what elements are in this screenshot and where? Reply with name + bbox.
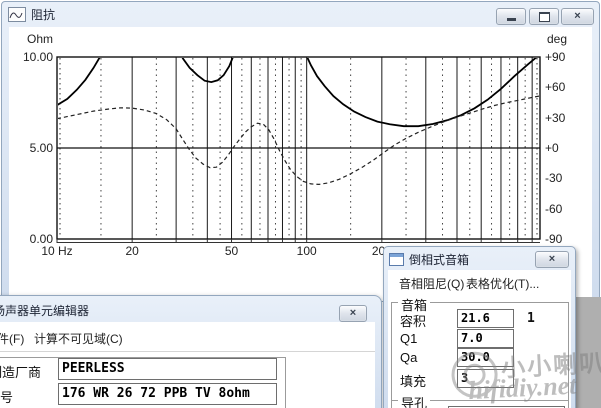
q1-input[interactable]: 7.0 [457, 329, 514, 348]
close-icon: × [574, 11, 580, 22]
dialog-window-icon [389, 253, 404, 266]
menu-separator [0, 351, 375, 352]
manufacturer-label: 制造厂商 [0, 362, 41, 381]
maximize-icon [539, 12, 550, 22]
model-input[interactable]: 176 WR 26 72 PPB TV 8ohm [58, 383, 277, 405]
menu-table-optimize[interactable]: 表格优化(T)... [466, 275, 539, 292]
menu-damping[interactable]: 音相阻尼(Q) [399, 275, 464, 292]
volume-label: 容积 [400, 311, 426, 330]
speaker-editor-titlebar[interactable]: 扬声器单元编辑器 [0, 296, 381, 320]
waveform-icon [8, 7, 26, 22]
bass-reflex-dialog-title: 倒相式音箱 [409, 251, 469, 268]
impedance-window-title: 阻抗 [31, 6, 55, 23]
bass-reflex-dialog-client: 音相阻尼(Q) 表格优化(T)... 音箱 容积 21.6 1 Q1 7.0 Q… [388, 270, 571, 408]
speaker-editor-window: 扬声器单元编辑器 × 文件(F) 计算不可见域(C) 制造厂商 PEERLESS… [0, 295, 382, 408]
filling-label: 填充 [400, 371, 426, 390]
background-window-edge [573, 297, 601, 408]
speaker-editor-title: 扬声器单元编辑器 [0, 302, 89, 319]
close-button[interactable]: × [561, 8, 594, 25]
minimize-icon [507, 18, 516, 21]
port-group-label: 导孔 [398, 393, 430, 408]
q1-label: Q1 [400, 331, 417, 346]
model-label: 型号 [0, 387, 13, 406]
bass-reflex-dialog: 倒相式音箱 × 音相阻尼(Q) 表格优化(T)... 音箱 容积 21.6 1 … [383, 246, 576, 408]
volume-input[interactable]: 21.6 [457, 309, 514, 328]
qa-input[interactable]: 30.0 [457, 348, 514, 367]
speaker-editor-client: 文件(F) 计算不可见域(C) 制造厂商 PEERLESS 型号 176 WR … [0, 322, 375, 408]
close-icon: × [350, 308, 356, 319]
filling-input[interactable]: 3 [457, 369, 514, 388]
volume-unit: 1 [527, 311, 535, 326]
menu-calc-invisible-domain[interactable]: 计算不可见域(C) [34, 330, 123, 347]
menu-file[interactable]: 文件(F) [0, 330, 24, 347]
qa-label: Qa [400, 350, 417, 365]
close-icon: × [549, 254, 555, 265]
screen: 阻抗 × Ohm deg 10.005.000.00+90+60+30+0-30… [0, 0, 601, 408]
dialog-close-button[interactable]: × [535, 251, 569, 268]
editor-close-button[interactable]: × [339, 305, 367, 322]
minimize-button[interactable] [496, 8, 526, 25]
manufacturer-input[interactable]: PEERLESS [58, 358, 277, 380]
maximize-button[interactable] [529, 8, 559, 25]
